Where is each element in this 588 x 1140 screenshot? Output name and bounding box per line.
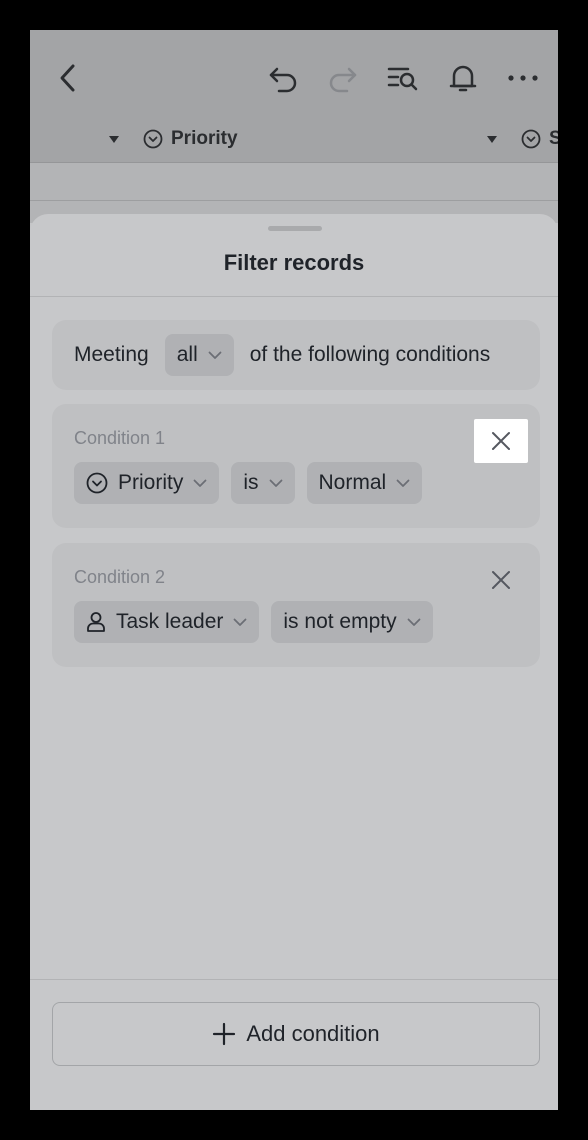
remove-condition-button[interactable] bbox=[474, 558, 528, 602]
operator-dropdown[interactable]: is not empty bbox=[271, 601, 433, 643]
operator-dropdown[interactable]: is bbox=[231, 462, 295, 504]
divider bbox=[30, 200, 558, 201]
column-next[interactable]: S bbox=[521, 128, 558, 150]
caret-down-icon[interactable] bbox=[109, 136, 119, 143]
condition-title: Condition 1 bbox=[74, 428, 166, 448]
condition-row: Task leader is not empty bbox=[74, 601, 433, 643]
phone-screen: Priority S Filter records Meeting all of… bbox=[30, 30, 558, 1110]
add-condition-button[interactable]: Add condition bbox=[52, 1002, 540, 1066]
operator-value: is bbox=[243, 471, 259, 494]
plus-icon bbox=[213, 1022, 236, 1046]
circle-chevron-icon bbox=[521, 129, 541, 149]
person-icon bbox=[87, 612, 105, 632]
back-icon[interactable] bbox=[50, 60, 86, 96]
match-suffix: of the following conditions bbox=[249, 343, 491, 366]
match-mode-value: all bbox=[176, 343, 198, 366]
condition-card-2: Condition 2 Task leader is not empty bbox=[52, 543, 540, 667]
condition-row: Priority is Normal bbox=[74, 462, 423, 504]
field-dropdown[interactable]: Task leader bbox=[74, 601, 260, 643]
search-records-icon[interactable] bbox=[385, 60, 421, 96]
sheet-footer: Add condition bbox=[30, 979, 558, 1110]
divider bbox=[30, 296, 558, 297]
condition-card-1: Condition 1 Priority is Normal bbox=[52, 404, 540, 528]
caret-down-icon[interactable] bbox=[487, 136, 497, 143]
chevron-down-icon bbox=[208, 351, 222, 359]
field-value: Task leader bbox=[116, 610, 224, 633]
circle-chevron-icon bbox=[143, 129, 163, 149]
operator-value: is not empty bbox=[283, 610, 397, 633]
circle-chevron-icon bbox=[86, 472, 108, 494]
match-mode-dropdown[interactable]: all bbox=[164, 334, 234, 376]
column-priority[interactable]: Priority bbox=[143, 128, 238, 150]
chevron-down-icon bbox=[407, 618, 421, 626]
sheet-title: Filter records bbox=[223, 250, 365, 275]
field-value: Priority bbox=[118, 471, 184, 494]
match-prefix: Meeting bbox=[74, 343, 149, 366]
value-dropdown[interactable]: Normal bbox=[306, 462, 423, 504]
sheet-drag-handle[interactable] bbox=[268, 226, 322, 231]
condition-value: Normal bbox=[318, 471, 387, 494]
field-dropdown[interactable]: Priority bbox=[74, 462, 220, 504]
filter-sheet: Filter records Meeting all of the follow… bbox=[30, 214, 558, 1110]
redo-icon[interactable] bbox=[325, 60, 361, 96]
close-icon bbox=[492, 571, 510, 589]
top-toolbar bbox=[30, 30, 558, 126]
chevron-down-icon bbox=[396, 479, 410, 487]
chevron-down-icon bbox=[233, 618, 247, 626]
column-label: Priority bbox=[171, 128, 238, 149]
undo-icon[interactable] bbox=[265, 60, 301, 96]
close-icon bbox=[492, 432, 510, 450]
column-label: S bbox=[549, 128, 558, 149]
chevron-down-icon bbox=[269, 479, 282, 487]
chevron-down-icon bbox=[193, 479, 207, 487]
column-header-bar: Priority S bbox=[30, 118, 558, 163]
bell-icon[interactable] bbox=[445, 60, 481, 96]
remove-condition-button[interactable] bbox=[474, 419, 528, 463]
more-icon[interactable] bbox=[505, 60, 541, 96]
add-condition-label: Add condition bbox=[246, 1021, 380, 1046]
condition-title: Condition 2 bbox=[74, 567, 166, 587]
match-mode-row: Meeting all of the following conditions bbox=[52, 320, 540, 390]
